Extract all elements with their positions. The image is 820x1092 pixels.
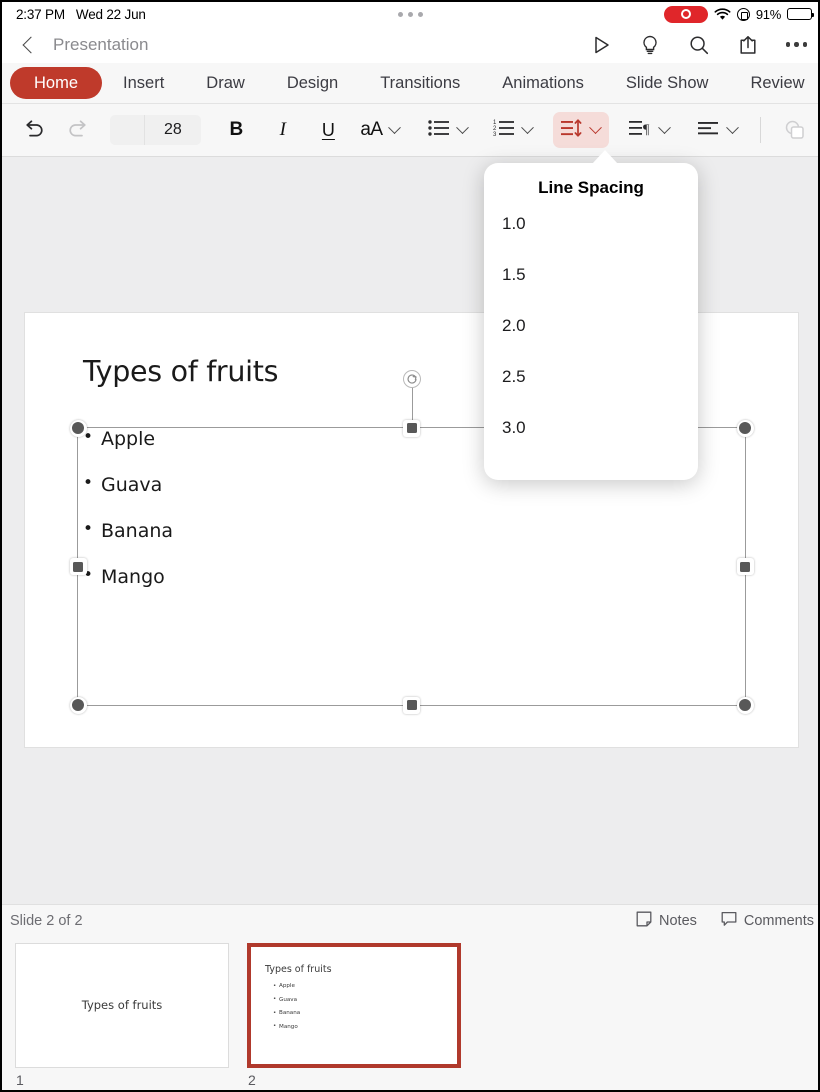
paragraph-indent-icon: ¶ xyxy=(628,119,652,142)
line-spacing-option-3-0[interactable]: 3.0 xyxy=(484,402,698,453)
text-format-button[interactable]: aA xyxy=(351,110,408,150)
nav-actions xyxy=(590,26,808,63)
resize-handle-bottom-center[interactable] xyxy=(403,696,420,714)
line-spacing-popover: Line Spacing 1.0 1.5 2.0 2.5 3.0 xyxy=(484,163,698,480)
thumbnail-number: 2 xyxy=(248,1072,256,1088)
chevron-down-icon xyxy=(589,120,602,134)
text-align-icon xyxy=(697,119,720,142)
slide-title-text[interactable]: Types of fruits xyxy=(83,355,278,388)
battery-icon xyxy=(787,7,815,21)
bold-button[interactable]: B xyxy=(213,110,260,150)
document-title[interactable]: Presentation xyxy=(53,35,148,55)
slide-status-bar: Slide 2 of 2 Notes Comments xyxy=(2,904,818,937)
resize-handle-top-right[interactable] xyxy=(736,419,754,437)
tab-design[interactable]: Design xyxy=(266,69,359,98)
popover-arrow xyxy=(592,150,618,164)
resize-handle-middle-right[interactable] xyxy=(736,558,754,575)
bulleted-list-icon xyxy=(428,119,450,142)
ios-status-bar: 2:37 PM Wed 22 Jun 91% xyxy=(2,2,818,26)
thumbnail-number: 1 xyxy=(16,1072,24,1088)
chevron-down-icon xyxy=(725,120,739,134)
list-item: Banana xyxy=(273,1010,300,1017)
format-toolbar: 28 B I U aA 1 2 3 ¶ xyxy=(2,104,818,157)
share-icon[interactable] xyxy=(737,34,759,56)
resize-handle-bottom-left[interactable] xyxy=(69,696,87,714)
text-format-label: aA xyxy=(360,119,383,140)
rotation-lock-icon xyxy=(736,7,750,21)
font-name-field[interactable] xyxy=(109,115,145,145)
line-spacing-option-2-5[interactable]: 2.5 xyxy=(484,351,698,402)
resize-handle-top-left[interactable] xyxy=(69,419,87,437)
line-spacing-option-1-0[interactable]: 1.0 xyxy=(484,198,698,249)
search-icon[interactable] xyxy=(688,34,710,56)
chevron-down-icon xyxy=(456,120,470,134)
text-align-button[interactable] xyxy=(689,110,746,150)
tell-me-lightbulb-icon[interactable] xyxy=(639,34,661,56)
slide-counter: Slide 2 of 2 xyxy=(10,913,83,929)
tab-transitions[interactable]: Transitions xyxy=(359,69,481,98)
slide-thumbnail-strip: Types of fruits 1 Types of fruits Apple … xyxy=(2,937,818,1090)
comments-button[interactable]: Comments xyxy=(721,911,814,931)
italic-button[interactable]: I xyxy=(260,110,306,150)
wifi-icon xyxy=(714,7,731,21)
font-controls: 28 xyxy=(109,115,201,145)
paragraph-indent-button[interactable]: ¶ xyxy=(621,110,678,150)
notes-button[interactable]: Notes xyxy=(636,911,697,931)
numbered-list-icon: 1 2 3 xyxy=(493,119,515,142)
line-spacing-icon xyxy=(561,118,584,142)
ribbon-tab-bar: Home Insert Draw Design Transitions Anim… xyxy=(2,63,818,104)
battery-percent: 91% xyxy=(755,6,781,22)
svg-text:¶: ¶ xyxy=(643,122,650,137)
notes-icon xyxy=(636,911,652,931)
chevron-down-icon xyxy=(657,120,671,134)
line-spacing-option-1-5[interactable]: 1.5 xyxy=(484,249,698,300)
tab-animations[interactable]: Animations xyxy=(481,69,605,98)
notes-label: Notes xyxy=(659,913,697,929)
thumbnail-slide-2[interactable]: Types of fruits Apple Guava Banana Mango… xyxy=(247,943,461,1088)
resize-handle-bottom-right[interactable] xyxy=(736,696,754,714)
toolbar-divider xyxy=(759,117,761,143)
popover-title: Line Spacing xyxy=(538,178,644,197)
thumbnail-title: Types of fruits xyxy=(265,964,332,975)
numbered-list-button[interactable]: 1 2 3 xyxy=(484,110,541,150)
thumbnail-surface[interactable]: Types of fruits xyxy=(15,943,229,1068)
tab-insert[interactable]: Insert xyxy=(102,69,185,98)
redo-icon xyxy=(56,110,100,150)
line-spacing-option-2-0[interactable]: 2.0 xyxy=(484,300,698,351)
resize-handle-top-center[interactable] xyxy=(403,419,420,437)
document-nav-bar: Presentation xyxy=(2,26,818,63)
thumbnail-title: Types of fruits xyxy=(81,998,163,1012)
bulleted-list-button[interactable] xyxy=(420,110,477,150)
thumbnail-slide-1[interactable]: Types of fruits 1 xyxy=(15,943,229,1088)
multitasking-dots-icon[interactable] xyxy=(397,11,423,17)
chevron-down-icon xyxy=(521,120,534,134)
font-size-field[interactable]: 28 xyxy=(144,115,201,145)
record-indicator-icon xyxy=(663,5,708,23)
list-item: Mango xyxy=(273,1023,300,1030)
tab-slide-show[interactable]: Slide Show xyxy=(605,69,730,98)
line-spacing-button[interactable] xyxy=(552,112,609,148)
status-bar-right: 91% xyxy=(663,2,815,26)
chevron-down-icon xyxy=(387,120,401,134)
resize-handle-middle-left[interactable] xyxy=(69,558,87,575)
shapes-icon xyxy=(772,110,818,150)
rotate-handle-icon[interactable] xyxy=(402,370,421,388)
svg-text:3: 3 xyxy=(493,132,497,137)
more-options-icon[interactable] xyxy=(786,34,808,56)
tab-draw[interactable]: Draw xyxy=(185,69,266,98)
thumbnail-bullets: Apple Guava Banana Mango xyxy=(273,983,300,1037)
status-actions: Notes Comments xyxy=(636,911,814,931)
back-chevron-icon[interactable] xyxy=(20,36,37,53)
list-item: Apple xyxy=(273,983,300,990)
tab-review[interactable]: Review xyxy=(729,69,818,98)
thumbnail-surface-selected[interactable]: Types of fruits Apple Guava Banana Mango xyxy=(247,943,461,1068)
tab-home[interactable]: Home xyxy=(10,67,103,99)
list-item: Guava xyxy=(273,996,300,1003)
app-window: 2:37 PM Wed 22 Jun 91% Presentation Home… xyxy=(0,0,820,1092)
undo-icon[interactable] xyxy=(12,110,56,150)
underline-button[interactable]: U xyxy=(306,110,352,150)
comments-icon xyxy=(721,911,737,931)
comments-label: Comments xyxy=(743,913,814,929)
play-slideshow-icon[interactable] xyxy=(590,34,612,56)
